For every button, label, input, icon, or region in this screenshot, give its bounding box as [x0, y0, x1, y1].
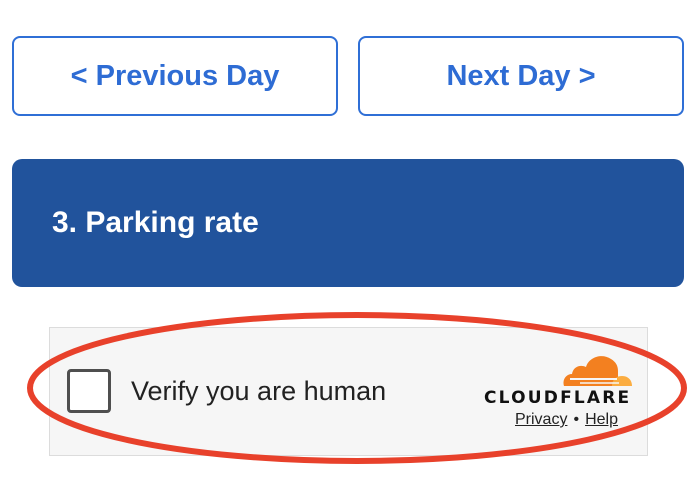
cloudflare-wordmark: CLOUDFLARE — [484, 388, 632, 408]
link-separator: • — [573, 411, 580, 428]
privacy-link[interactable]: Privacy — [515, 411, 567, 428]
cloudflare-links: Privacy • Help — [515, 411, 618, 429]
section-header: 3. Parking rate — [12, 159, 684, 287]
section-title: 3. Parking rate — [52, 206, 259, 239]
captcha-widget: Verify you are human CLOUDFLARE Privacy •… — [49, 327, 648, 456]
verify-checkbox[interactable] — [67, 369, 111, 413]
verify-label: Verify you are human — [131, 376, 387, 406]
previous-day-button[interactable]: < Previous Day — [12, 36, 338, 116]
cloudflare-logo: CLOUDFLARE — [484, 352, 634, 408]
cloudflare-cloud-icon — [563, 356, 632, 386]
help-link[interactable]: Help — [585, 411, 618, 428]
next-day-button[interactable]: Next Day > — [358, 36, 684, 116]
